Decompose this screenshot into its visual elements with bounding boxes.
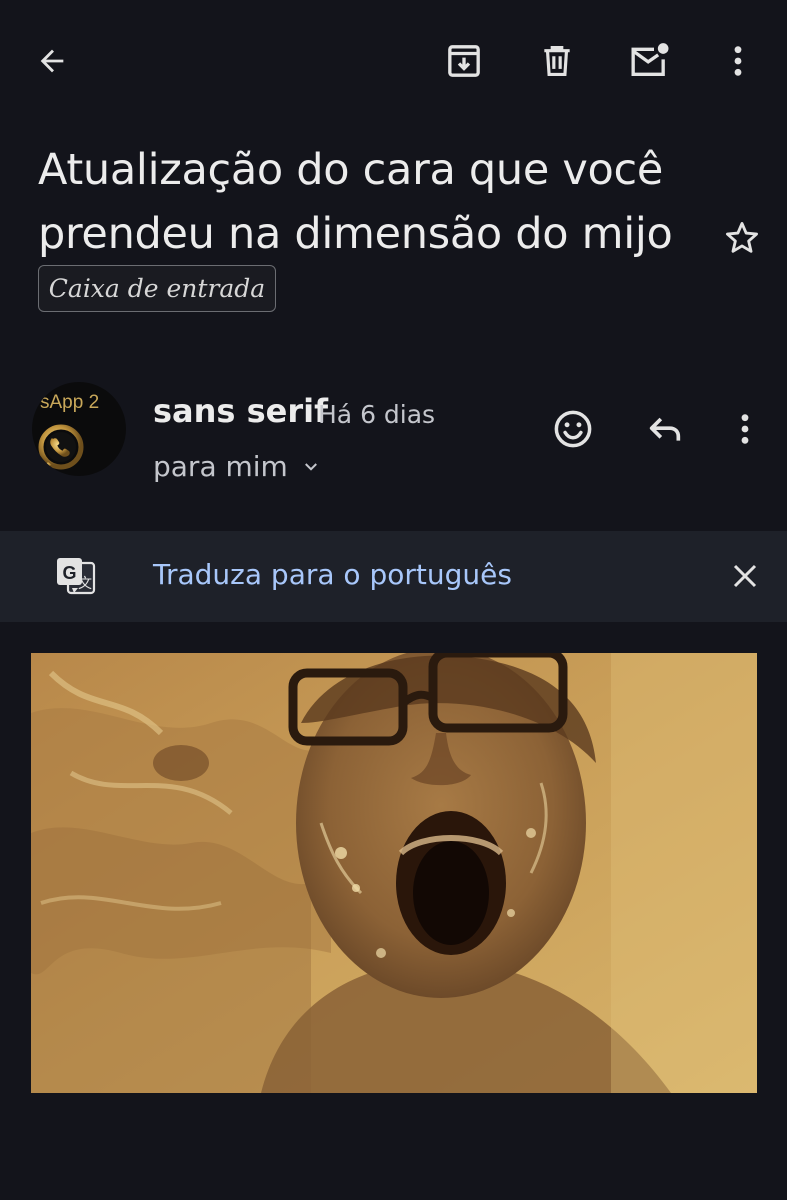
mark-unread-button[interactable] (621, 33, 677, 89)
trash-icon (544, 45, 570, 77)
arrow-left-icon (40, 49, 64, 73)
chevron-down-icon (304, 462, 317, 471)
close-translate-button[interactable] (717, 548, 773, 604)
reply-icon (649, 417, 681, 441)
smiley-icon (554, 410, 592, 448)
archive-icon (448, 45, 480, 77)
more-vertical-icon (741, 414, 749, 444)
translate-icon: G 文 (57, 558, 96, 595)
sent-time: Há 6 dias (318, 400, 436, 429)
delete-button[interactable] (529, 33, 585, 89)
mail-dot-icon (631, 43, 669, 76)
recipient-text: para mim (153, 450, 288, 483)
inbox-label-chip[interactable]: Caixa de entrada (38, 265, 276, 312)
svg-text:文: 文 (78, 576, 92, 592)
embedded-gif-image[interactable] (31, 653, 757, 1093)
close-icon (733, 564, 757, 588)
more-options-button[interactable] (710, 33, 766, 89)
sender-avatar[interactable]: sApp 2 (32, 382, 126, 476)
svg-text:G: G (62, 563, 76, 583)
sender-name: sans serif (153, 392, 329, 430)
message-more-button[interactable] (717, 401, 773, 457)
email-subject: Atualização do cara que você prendeu na … (38, 145, 673, 259)
gif-image (31, 653, 757, 1093)
translate-banner: G 文 Traduza para o português (0, 531, 787, 622)
emoji-reaction-button[interactable] (545, 401, 601, 457)
back-button[interactable] (24, 33, 80, 89)
archive-button[interactable] (436, 33, 492, 89)
reply-button[interactable] (637, 401, 693, 457)
recipient-toggle[interactable]: para mim (153, 450, 320, 483)
translate-link[interactable]: Traduza para o português (153, 558, 512, 591)
star-outline-icon (726, 222, 758, 253)
avatar-text: sApp 2 (40, 392, 100, 413)
star-button[interactable] (714, 210, 770, 266)
phone-handset-icon (38, 424, 84, 470)
more-vertical-icon (734, 46, 742, 76)
